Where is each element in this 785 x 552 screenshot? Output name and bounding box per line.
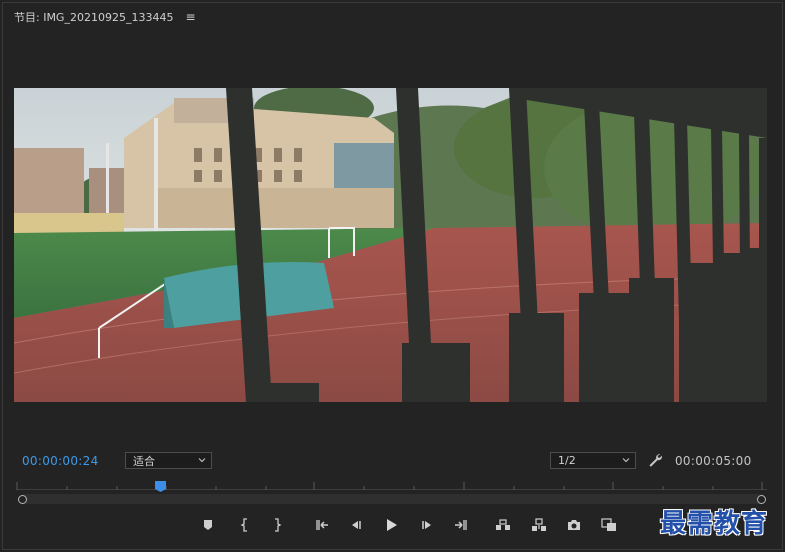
time-ruler[interactable] — [16, 478, 767, 490]
lift-icon — [496, 519, 510, 530]
hamburger-menu-icon[interactable]: ≡ — [185, 10, 195, 24]
duration-timecode: 00:00:05:00 — [675, 454, 752, 468]
mark-in-button[interactable] — [234, 514, 256, 536]
mark-out-button[interactable] — [266, 514, 288, 536]
step-back-icon — [352, 521, 361, 529]
mark-in-icon — [240, 518, 247, 532]
step-forward-button[interactable] — [416, 514, 438, 536]
chevron-down-icon — [198, 458, 206, 463]
resolution-select[interactable]: 1/2 — [550, 452, 636, 469]
step-forward-icon — [422, 521, 431, 529]
play-icon — [387, 519, 397, 531]
go-to-in-icon — [316, 520, 328, 530]
lift-button[interactable] — [492, 514, 514, 536]
fit-select[interactable]: 适合 — [125, 452, 212, 469]
step-back-button[interactable] — [345, 514, 367, 536]
add-marker-button[interactable] — [197, 514, 219, 536]
fit-select-value: 适合 — [133, 454, 155, 468]
go-to-out-button[interactable] — [450, 514, 472, 536]
marker-icon — [204, 520, 212, 530]
go-to-in-button[interactable] — [311, 514, 333, 536]
zoom-scrollbar[interactable] — [20, 494, 765, 504]
resolution-select-value: 1/2 — [558, 454, 576, 467]
export-frame-button[interactable] — [563, 514, 585, 536]
video-frame — [14, 88, 767, 402]
chevron-down-icon — [622, 458, 630, 463]
comparison-view-button[interactable] — [598, 514, 620, 536]
watermark-logo: 最需教育 — [660, 509, 769, 539]
wrench-icon[interactable] — [647, 452, 663, 468]
extract-button[interactable] — [528, 514, 550, 536]
extract-icon — [532, 518, 546, 531]
camera-icon — [568, 520, 580, 530]
play-button[interactable] — [380, 514, 402, 536]
panel-title-bar: 节目: IMG_20210925_133445 ≡ — [14, 8, 196, 26]
playhead[interactable] — [154, 480, 167, 493]
current-timecode[interactable]: 00:00:00:24 — [22, 454, 99, 468]
video-viewer[interactable] — [14, 88, 767, 402]
mark-out-icon — [275, 518, 282, 532]
go-to-out-icon — [455, 520, 467, 530]
panel-title: 节目: IMG_20210925_133445 — [14, 11, 174, 24]
scrollbar-handle-left[interactable] — [18, 495, 27, 504]
comparison-icon — [601, 518, 616, 531]
